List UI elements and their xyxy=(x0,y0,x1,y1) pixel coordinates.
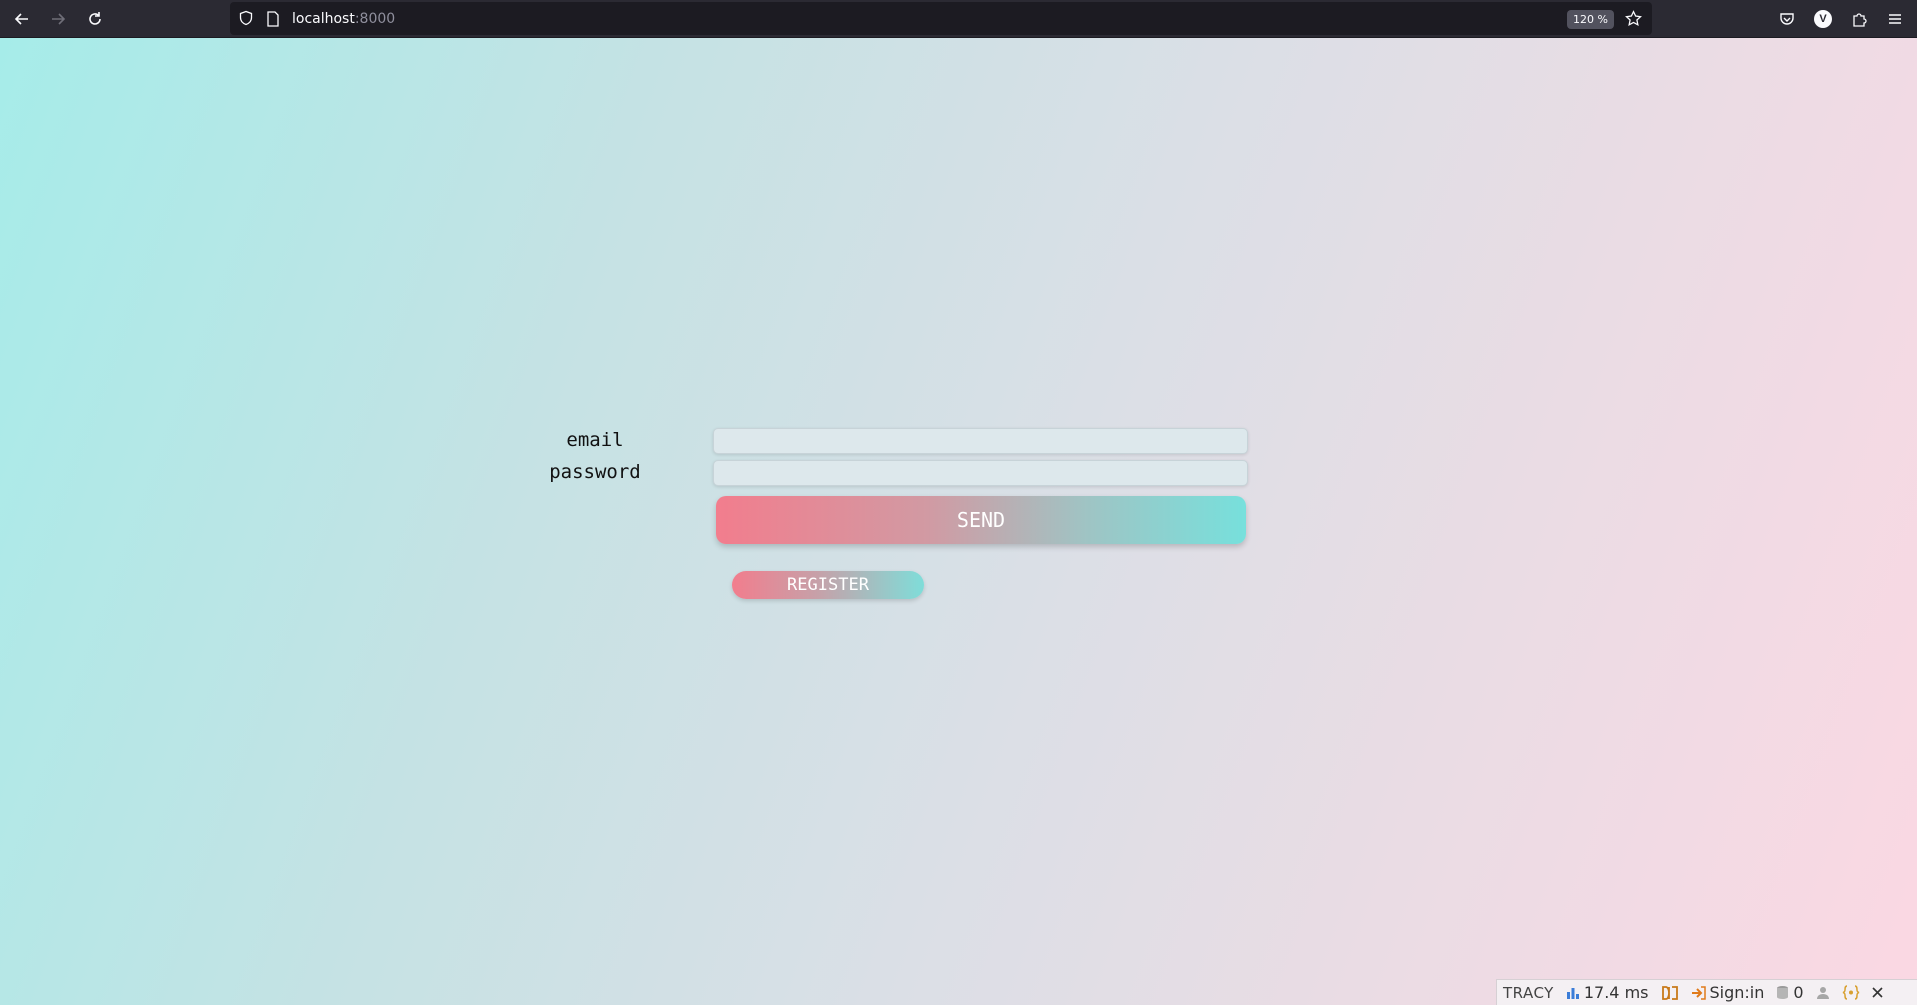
account-avatar: V xyxy=(1814,10,1832,28)
tracy-logo[interactable]: TRACY xyxy=(1497,980,1560,1005)
menu-button[interactable] xyxy=(1884,8,1906,30)
arrow-right-icon xyxy=(52,13,66,25)
url-text[interactable]: localhost:8000 xyxy=(292,11,395,27)
tracy-time-panel[interactable]: 17.4 ms xyxy=(1560,980,1655,1005)
reload-button[interactable] xyxy=(83,7,107,31)
star-icon[interactable] xyxy=(1625,10,1642,27)
page-icon[interactable] xyxy=(266,11,280,27)
reload-icon xyxy=(89,12,101,25)
url-bar[interactable]: localhost:8000 120 % xyxy=(230,2,1652,35)
tracy-di-panel[interactable] xyxy=(1655,980,1685,1005)
tracy-time: 17.4 ms xyxy=(1583,983,1649,1002)
url-port: :8000 xyxy=(354,11,396,27)
tracy-user-panel[interactable] xyxy=(1810,980,1836,1005)
password-field[interactable] xyxy=(713,460,1248,486)
braces-icon xyxy=(1842,985,1859,1000)
zoom-badge[interactable]: 120 % xyxy=(1567,10,1614,29)
sign-in-icon xyxy=(1691,985,1706,1000)
bar-chart-icon xyxy=(1566,987,1579,999)
back-button[interactable] xyxy=(10,7,34,31)
di-container-icon xyxy=(1661,985,1678,1000)
database-icon xyxy=(1777,986,1789,999)
tracy-database-panel[interactable]: 0 xyxy=(1770,980,1809,1005)
close-icon xyxy=(1871,987,1883,998)
url-host: localhost xyxy=(292,11,355,27)
user-icon xyxy=(1816,986,1829,999)
hamburger-icon xyxy=(1889,14,1901,24)
email-field[interactable] xyxy=(713,428,1248,454)
puzzle-icon xyxy=(1853,13,1867,27)
register-button[interactable]: REGISTER xyxy=(732,571,924,599)
account-button[interactable]: V xyxy=(1812,8,1834,30)
tracy-close-button[interactable] xyxy=(1866,980,1889,1005)
pocket-icon xyxy=(1780,13,1794,25)
tracy-db-count: 0 xyxy=(1793,983,1804,1002)
tracy-signin: Sign:in xyxy=(1709,983,1765,1002)
email-label: email xyxy=(566,429,624,451)
extensions-button[interactable] xyxy=(1848,8,1870,30)
arrow-left-icon xyxy=(14,13,28,25)
tracy-dumps-panel[interactable] xyxy=(1836,980,1866,1005)
page-viewport: email password SEND REGISTER xyxy=(0,38,1917,1005)
browser-toolbar: localhost:8000 120 % V xyxy=(0,0,1917,38)
shield-icon[interactable] xyxy=(238,10,254,26)
forward-button[interactable] xyxy=(46,7,70,31)
tracy-signin-panel[interactable]: Sign:in xyxy=(1685,980,1771,1005)
password-label: password xyxy=(549,461,641,483)
pocket-button[interactable] xyxy=(1776,8,1798,30)
send-button[interactable]: SEND xyxy=(716,496,1246,544)
tracy-debug-bar: TRACY 17.4 ms Sign:in 0 xyxy=(1496,979,1917,1005)
